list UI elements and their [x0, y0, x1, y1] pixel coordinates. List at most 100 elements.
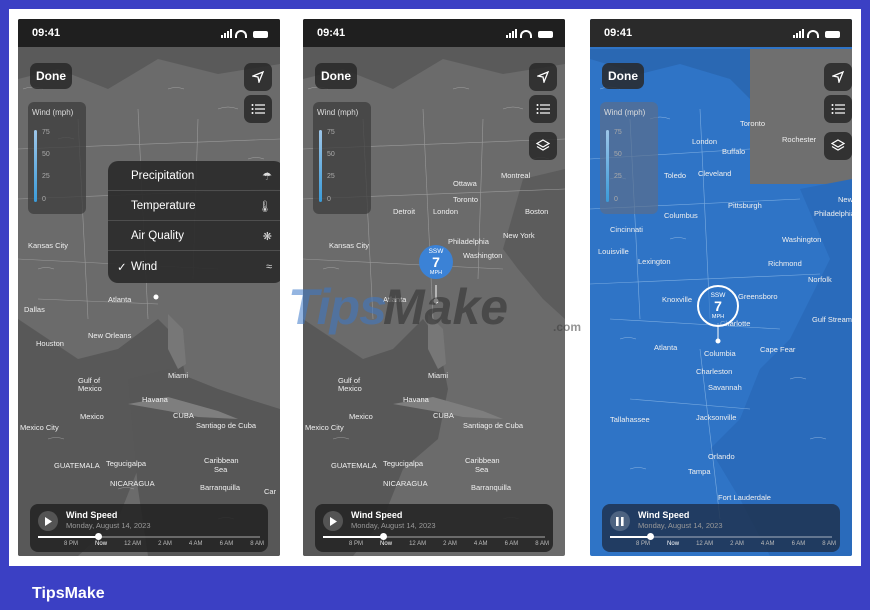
watermark-make: Make: [383, 279, 509, 335]
map-label: Atlanta: [654, 343, 678, 352]
phone-screen-wind-zoomed: Toronto Rochester London Buffalo Toledo Cleve…: [590, 19, 852, 556]
map-label: Cincinnati: [610, 225, 643, 234]
done-button[interactable]: Done: [602, 63, 644, 89]
map-label: Rochester: [782, 135, 817, 144]
timeline-date: Monday, August 14, 2023: [351, 521, 436, 530]
map-label: Kansas City: [28, 241, 69, 250]
status-bar: 09:41: [590, 19, 852, 47]
air-quality-icon: ❋: [262, 230, 272, 243]
signal-icon: [793, 29, 804, 38]
weather-map[interactable]: [18, 19, 280, 556]
phone-screen-layer-menu: Kansas City Dallas Atlanta New Orleans Houst…: [18, 19, 280, 556]
map-label: Gulf Stream: [812, 315, 852, 324]
map-label: Boston: [525, 207, 549, 216]
timeline-title: Wind Speed: [638, 510, 690, 520]
timeline-slider[interactable]: [610, 533, 832, 540]
slider-knob[interactable]: [95, 533, 102, 540]
legend-tick: 0: [614, 196, 618, 203]
wind-value: 7: [432, 254, 440, 270]
map-label: Cape Fear: [760, 345, 796, 354]
timeline-ticks: 8 PM Now 12 AM 2 AM 4 AM 6 AM 8 AM: [64, 541, 264, 547]
signal-icon: [506, 29, 517, 38]
system-icons: [506, 29, 553, 38]
list-button[interactable]: [529, 95, 557, 123]
legend-tick: 75: [327, 129, 335, 136]
list-button[interactable]: [824, 95, 852, 123]
map-label: Mexico: [80, 412, 104, 421]
menu-item-label: Wind: [131, 261, 158, 273]
list-button[interactable]: [244, 95, 272, 123]
status-time: 09:41: [604, 27, 633, 39]
map-label: Mexico City: [20, 423, 59, 432]
watermark-tips: Tips: [288, 279, 387, 335]
legend-tick: 50: [327, 151, 335, 158]
watermark-domain: .com: [553, 320, 582, 334]
map-label: Richmond: [768, 259, 802, 268]
location-button[interactable]: [529, 63, 557, 91]
wifi-icon: [235, 30, 247, 38]
battery-icon: [538, 31, 553, 38]
play-button[interactable]: [323, 511, 343, 531]
legend-tick: 0: [42, 196, 46, 203]
legend-tick: 25: [327, 173, 335, 180]
map-label: Santiago de Cuba: [463, 421, 524, 430]
location-arrow-icon: [537, 71, 549, 83]
map-label: Toronto: [740, 119, 766, 128]
menu-item-label: Temperature: [131, 200, 196, 212]
map-label: Columbus: [664, 211, 698, 220]
wind-speed-marker[interactable]: SSW 7 MPH: [697, 285, 739, 327]
menu-item-air-quality[interactable]: Air Quality ❋: [108, 221, 280, 251]
map-label: Mexico: [349, 412, 373, 421]
layers-button[interactable]: [529, 132, 557, 160]
menu-item-wind[interactable]: ✓ Wind ≈: [108, 252, 280, 282]
done-button[interactable]: Done: [315, 63, 357, 89]
layers-icon: [536, 139, 550, 151]
legend-title: Wind (mph): [32, 108, 74, 117]
map-label: Washington: [463, 251, 503, 260]
done-button[interactable]: Done: [30, 63, 72, 89]
legend-title: Wind (mph): [604, 108, 646, 117]
timeline-title: Wind Speed: [351, 510, 403, 520]
footer-brand: TipsMake: [32, 585, 105, 602]
status-time: 09:41: [32, 27, 61, 39]
map-label: Tegucigalpa: [106, 459, 147, 468]
map-label: Tegucigalpa: [383, 459, 424, 468]
menu-item-temperature[interactable]: Temperature 🌡: [108, 191, 280, 221]
status-bar: 09:41: [303, 19, 565, 47]
map-label: Caribbean: [465, 456, 500, 465]
map-label: Tampa: [688, 467, 711, 476]
map-label: Buffalo: [722, 147, 746, 156]
location-button[interactable]: [824, 63, 852, 91]
timeline-ticks: 8 PM Now 12 AM 2 AM 4 AM 6 AM 8 AM: [636, 541, 836, 547]
legend-scale: [606, 130, 609, 202]
slider-knob[interactable]: [647, 533, 654, 540]
slider-knob[interactable]: [380, 533, 387, 540]
legend-title: Wind (mph): [317, 108, 359, 117]
map-label: CUBA: [173, 411, 194, 420]
layers-button[interactable]: [824, 132, 852, 160]
legend-tick: 25: [42, 173, 50, 180]
map-label: Caribbean: [204, 456, 239, 465]
location-button[interactable]: [244, 63, 272, 91]
map-label: Barranquilla: [200, 483, 241, 492]
timeline-slider[interactable]: [38, 533, 260, 540]
map-label: Tallahassee: [610, 415, 650, 424]
wind-unit: MPH: [429, 270, 443, 276]
pause-icon: [616, 516, 624, 526]
wind-speed-marker[interactable]: SSW 7 MPH: [419, 245, 453, 279]
legend-tick: 0: [327, 196, 331, 203]
timeline-bar: Wind Speed Monday, August 14, 2023 8 PM N…: [30, 504, 268, 552]
map-label: GUATEMALA: [54, 461, 100, 470]
map-label: Mexico: [338, 384, 362, 393]
map-label: NICARAGUA: [110, 479, 155, 488]
timeline-slider[interactable]: [323, 533, 545, 540]
play-button[interactable]: [38, 511, 58, 531]
battery-icon: [825, 31, 840, 38]
list-icon: [831, 104, 845, 114]
map-label: Greensboro: [738, 292, 778, 301]
wifi-icon: [807, 30, 819, 38]
menu-item-precipitation[interactable]: Precipitation ☂: [108, 161, 280, 191]
layers-icon: [831, 139, 845, 151]
pause-button[interactable]: [610, 511, 630, 531]
map-label: CUBA: [433, 411, 454, 420]
